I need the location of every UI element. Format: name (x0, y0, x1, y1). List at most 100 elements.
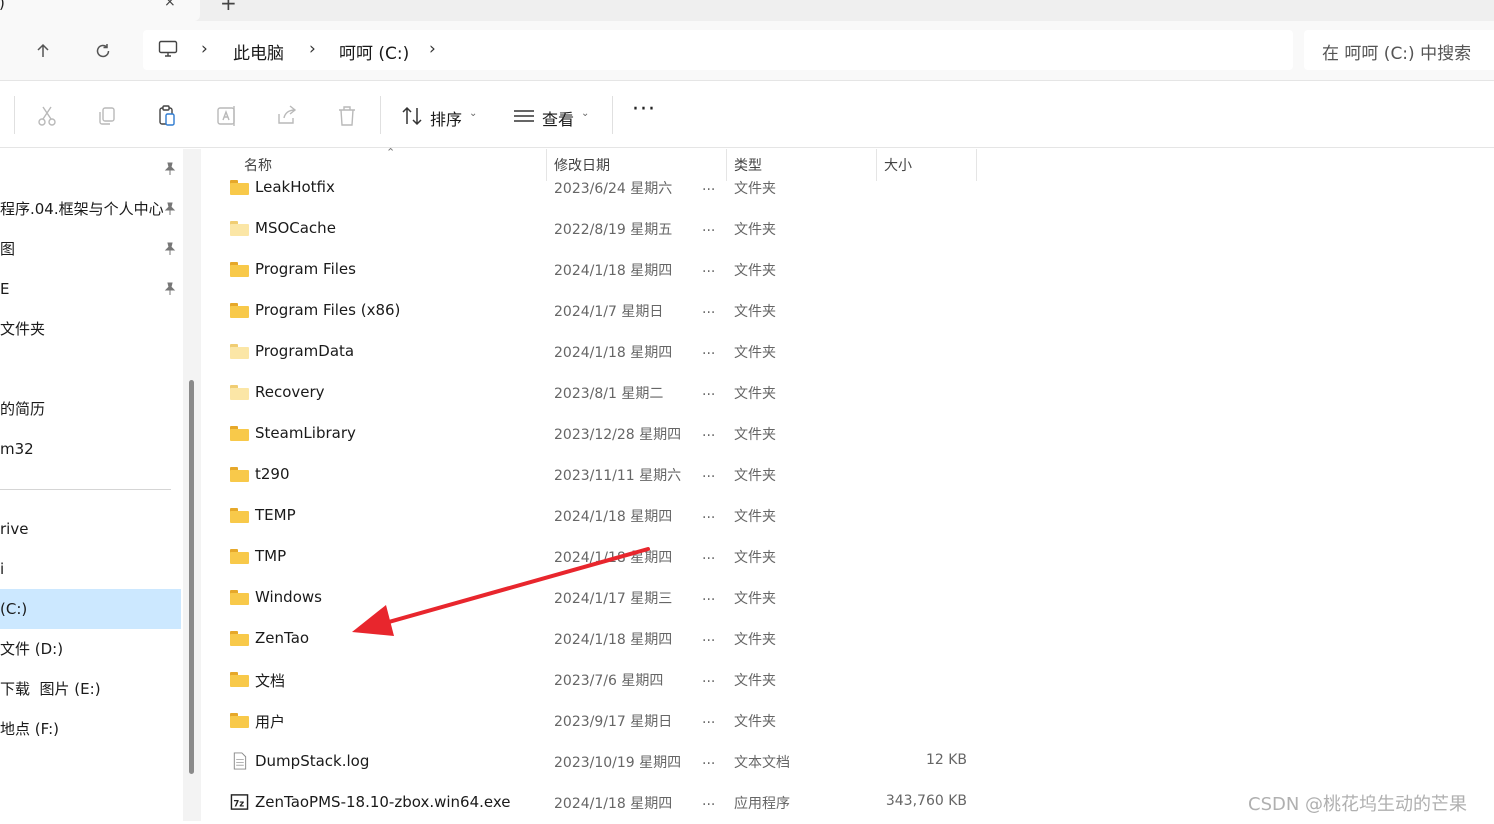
sidebar-item[interactable]: i (0, 549, 181, 589)
table-row[interactable]: TEMP 2024/1/18 星期四... 文件夹 (202, 496, 1494, 537)
table-row[interactable]: ZenTao 2024/1/18 星期四... 文件夹 (202, 619, 1494, 660)
file-name: Program Files (x86) (255, 301, 401, 319)
delete-icon[interactable] (335, 104, 359, 128)
sidebar-item[interactable]: 图 (0, 229, 181, 269)
more-options-icon[interactable]: ··· (632, 97, 656, 122)
file-name: ProgramData (255, 342, 355, 360)
table-row[interactable]: DumpStack.log 2023/10/19 星期四... 文本文档 12 KB (202, 742, 1494, 783)
table-row[interactable]: SteamLibrary 2023/12/28 星期四... 文件夹 (202, 414, 1494, 455)
file-name: TMP (255, 547, 287, 565)
file-name: 用户 (255, 713, 286, 731)
table-row[interactable]: t290 2023/11/11 星期六... 文件夹 (202, 455, 1494, 496)
sidebar-item-drive-d[interactable]: 文件 (D:) (0, 629, 181, 669)
sidebar-item-drive-f[interactable]: 地点 (F:) (0, 709, 181, 749)
this-pc-icon[interactable] (158, 40, 178, 62)
table-row[interactable]: LeakHotfix 2023/6/24 星期六... 文件夹 (202, 168, 1494, 209)
chevron-down-icon[interactable]: ⌄ (581, 108, 589, 119)
address-bar[interactable]: › 此电脑 › 呵呵 (C:) › (143, 30, 1293, 70)
tab-active[interactable]: ) × (0, 0, 200, 21)
copy-icon[interactable] (95, 104, 119, 128)
breadcrumb-chevron-icon[interactable]: › (429, 39, 436, 59)
sidebar-item-label: rive (0, 520, 29, 538)
up-arrow-icon[interactable] (29, 37, 57, 65)
breadcrumb-chevron-icon[interactable]: › (201, 39, 208, 59)
view-button[interactable]: 查看 (542, 106, 574, 130)
sidebar-item-label: 的简历 (0, 400, 46, 418)
file-modified-date: 2023/9/17 星期日 (554, 714, 673, 730)
file-name: LeakHotfix (255, 178, 335, 196)
tab-close-icon[interactable]: × (164, 0, 176, 10)
file-type: 文件夹 (734, 714, 776, 730)
sort-icon[interactable] (400, 104, 424, 128)
date-truncation: ... (702, 793, 716, 809)
cut-icon[interactable] (35, 104, 59, 128)
watermark: CSDN @桃花坞生动的芒果 (1248, 794, 1468, 815)
refresh-icon[interactable] (89, 37, 117, 65)
exe-7z-icon: 7z (230, 794, 249, 810)
sidebar-item-label: 文件 (D:) (0, 640, 64, 658)
folder-icon (230, 180, 249, 195)
sidebar-item-label: m32 (0, 440, 34, 458)
breadcrumb-chevron-icon[interactable]: › (309, 39, 316, 59)
file-type: 文件夹 (734, 632, 776, 648)
breadcrumb-this-pc[interactable]: 此电脑 (233, 39, 284, 64)
table-row[interactable]: TMP 2024/1/18 星期四... 文件夹 (202, 537, 1494, 578)
date-truncation: ... (702, 424, 716, 440)
breadcrumb-drive-c[interactable]: 呵呵 (C:) (339, 39, 409, 64)
file-type: 文件夹 (734, 468, 776, 484)
pin-icon[interactable] (163, 162, 177, 176)
sidebar-item-label: 下载 图片 (E:) (0, 680, 101, 698)
folder-icon (230, 508, 249, 523)
chevron-down-icon[interactable]: ⌄ (469, 108, 477, 119)
date-truncation: ... (702, 588, 716, 604)
search-box[interactable]: 在 呵呵 (C:) 中搜索 (1304, 30, 1494, 70)
sidebar-item-label: E (0, 280, 10, 298)
share-icon[interactable] (275, 104, 299, 128)
sidebar-item-drive-c[interactable]: (C:) (0, 589, 181, 629)
toolbar-divider (380, 96, 381, 134)
table-row[interactable]: MSOCache 2022/8/19 星期五... 文件夹 (202, 209, 1494, 250)
file-modified-date: 2023/7/6 星期四 (554, 673, 664, 689)
file-modified-date: 2024/1/18 星期四 (554, 632, 673, 648)
table-row[interactable]: 文档 2023/7/6 星期四... 文件夹 (202, 660, 1494, 701)
scrollbar-thumb[interactable] (189, 380, 194, 774)
pin-icon[interactable] (163, 202, 177, 216)
folder-icon (230, 303, 249, 318)
paste-icon[interactable] (155, 104, 179, 128)
file-type: 文件夹 (734, 345, 776, 361)
sidebar-item[interactable]: 程序.04.框架与个人中心 (0, 189, 181, 229)
date-truncation: ... (702, 219, 716, 235)
view-icon[interactable] (512, 104, 536, 128)
file-name: 文档 (255, 672, 286, 690)
table-row[interactable]: Program Files (x86) 2024/1/7 星期日... 文件夹 (202, 291, 1494, 332)
new-tab-icon[interactable]: + (220, 0, 237, 15)
sidebar-item[interactable]: E (0, 269, 181, 309)
table-row[interactable]: Program Files 2024/1/18 星期四... 文件夹 (202, 250, 1494, 291)
pin-icon[interactable] (163, 242, 177, 256)
file-type: 文件夹 (734, 427, 776, 443)
date-truncation: ... (702, 260, 716, 276)
pin-icon[interactable] (163, 282, 177, 296)
search-input[interactable]: 在 呵呵 (C:) 中搜索 (1322, 39, 1471, 64)
file-list: ⌃ 名称 修改日期 类型 大小 LeakHotfix 2023/6/24 星期六.… (202, 146, 1494, 821)
command-bar: 排序 ⌄ 查看 ⌄ ··· (0, 82, 1494, 148)
file-type: 应用程序 (734, 796, 790, 812)
date-truncation: ... (702, 506, 716, 522)
sidebar-item[interactable]: m32 (0, 429, 181, 469)
sidebar-item-onedrive[interactable]: rive (0, 509, 181, 549)
table-row[interactable]: Recovery 2023/8/1 星期二... 文件夹 (202, 373, 1494, 414)
sidebar-item[interactable]: 的简历 (0, 389, 181, 429)
table-row[interactable]: 用户 2023/9/17 星期日... 文件夹 (202, 701, 1494, 742)
table-row[interactable]: ProgramData 2024/1/18 星期四... 文件夹 (202, 332, 1494, 373)
file-type: 文件夹 (734, 222, 776, 238)
sidebar-item-drive-e[interactable]: 下载 图片 (E:) (0, 669, 181, 709)
sort-button[interactable]: 排序 (430, 106, 462, 130)
file-name: ZenTaoPMS-18.10-zbox.win64.exe (255, 793, 511, 811)
sidebar-item[interactable]: 文件夹 (0, 309, 181, 349)
date-truncation: ... (702, 301, 716, 317)
table-row[interactable]: Windows 2024/1/17 星期三... 文件夹 (202, 578, 1494, 619)
file-name: ZenTao (255, 629, 310, 647)
file-name: DumpStack.log (255, 752, 370, 770)
toolbar-divider (14, 96, 15, 134)
rename-icon[interactable] (215, 104, 239, 128)
